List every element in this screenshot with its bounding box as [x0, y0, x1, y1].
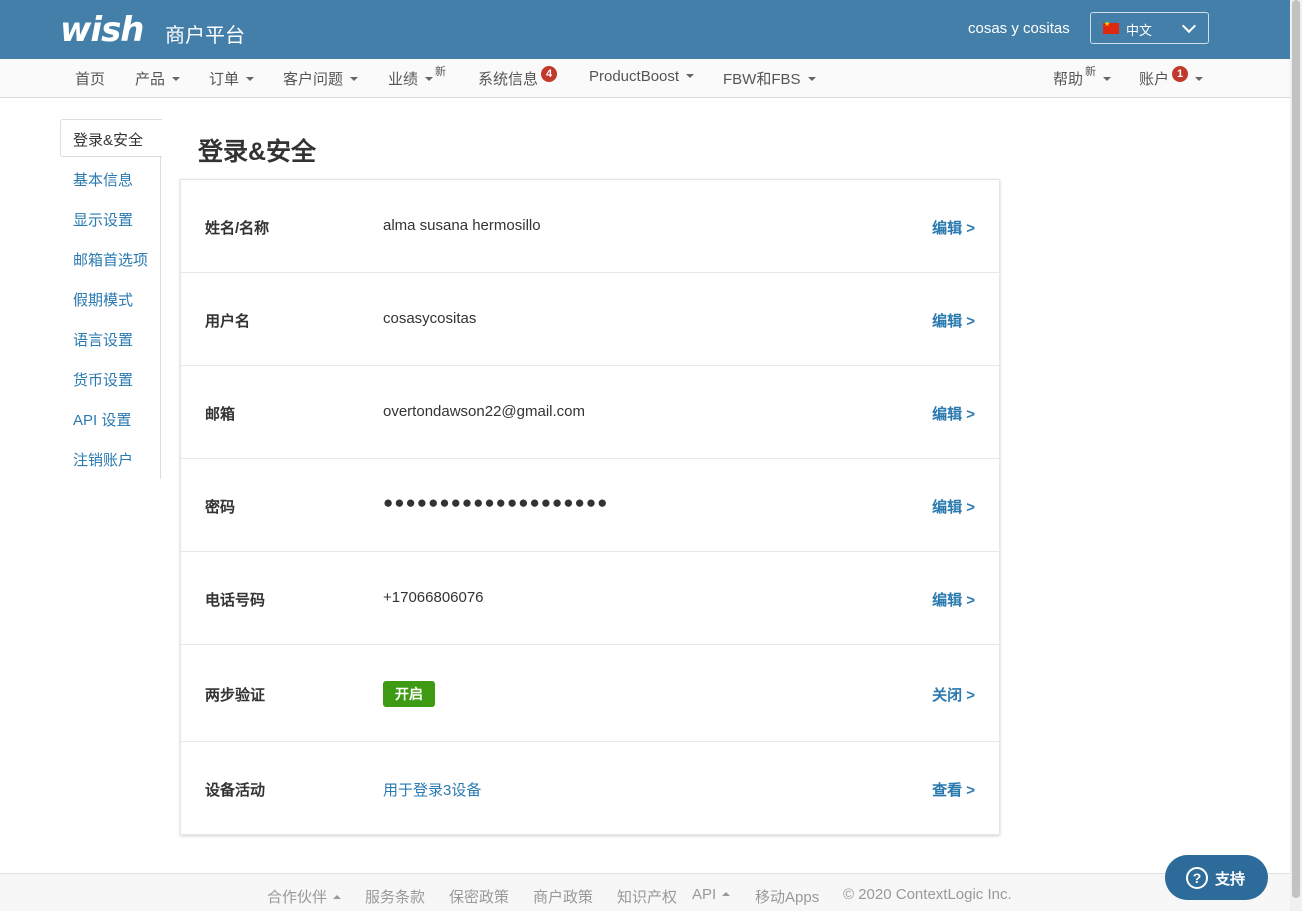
edit-username-link[interactable]: 编辑 > — [932, 310, 975, 331]
sidebar-item-basic-info[interactable]: 基本信息 — [73, 169, 133, 190]
question-icon: ? — [1186, 867, 1208, 889]
row-label: 密码 — [205, 499, 236, 516]
settings-row-name: 姓名/名称 alma susana hermosillo 编辑 > — [181, 180, 999, 273]
nav-home[interactable]: 首页 — [75, 68, 105, 89]
support-button[interactable]: ? 支持 — [1165, 855, 1268, 900]
top-header: wish 商户平台 cosas y cositas 中文 — [0, 0, 1290, 59]
settings-row-email: 邮箱 overtondawson22@gmail.com 编辑 > — [181, 366, 999, 459]
language-label: 中文 — [1126, 23, 1153, 38]
device-activity-link[interactable]: 用于登录3设备 — [383, 779, 481, 800]
platform-title: 商户平台 — [165, 25, 245, 47]
caret-down-icon — [1195, 77, 1204, 82]
row-value: +17066806076 — [383, 589, 484, 606]
settings-row-two-step: 两步验证 开启 关闭 > — [181, 645, 999, 742]
view-devices-link[interactable]: 查看 > — [932, 779, 975, 800]
language-select[interactable]: 中文 — [1090, 12, 1209, 44]
edit-name-link[interactable]: 编辑 > — [932, 217, 975, 238]
row-label: 邮箱 — [205, 406, 236, 423]
new-label: 新 — [435, 66, 447, 78]
footer: 合作伙伴 服务条款 保密政策 商户政策 知识产权 API 移动Apps © 20… — [0, 873, 1290, 911]
sidebar-item-login-security[interactable]: 登录&安全 — [60, 119, 162, 157]
sidebar-item-api-settings[interactable]: API 设置 — [73, 409, 131, 430]
chevron-down-icon — [1181, 18, 1197, 34]
sidebar-item-display-settings[interactable]: 显示设置 — [73, 209, 133, 230]
footer-partners[interactable]: 合作伙伴 — [267, 886, 342, 907]
settings-sidebar: 登录&安全 基本信息 显示设置 邮箱首选项 假期模式 语言设置 货币设置 API… — [60, 119, 162, 479]
caret-down-icon — [1103, 77, 1112, 82]
settings-row-username: 用户名 cosasycositas 编辑 > — [181, 273, 999, 366]
caret-up-icon — [333, 894, 342, 899]
nav-performance[interactable]: 业绩新 — [388, 66, 447, 89]
row-label: 电话号码 — [205, 592, 266, 609]
scrollbar-thumb[interactable] — [1292, 0, 1300, 898]
security-settings-card: 姓名/名称 alma susana hermosillo 编辑 > 用户名 co… — [180, 179, 1000, 835]
nav-account[interactable]: 账户 1 — [1139, 66, 1204, 89]
row-label: 设备活动 — [205, 782, 266, 799]
row-value: overtondawson22@gmail.com — [383, 403, 585, 420]
nav-help[interactable]: 帮助新 — [1053, 66, 1112, 89]
caret-down-icon — [425, 77, 434, 82]
china-flag-icon — [1103, 20, 1119, 34]
edit-email-link[interactable]: 编辑 > — [932, 403, 975, 424]
disable-two-step-link[interactable]: 关闭 > — [932, 684, 975, 705]
page-title: 登录&安全 — [198, 138, 317, 166]
row-value: cosasycositas — [383, 310, 477, 327]
footer-privacy[interactable]: 保密政策 — [449, 886, 509, 907]
row-label: 用户名 — [205, 313, 251, 330]
main-nav: 首页 产品 订单 客户问题 业绩新 系统信息 4 ProductBoost FBW… — [0, 59, 1290, 98]
sidebar-item-currency-settings[interactable]: 货币设置 — [73, 369, 133, 390]
settings-row-device-activity: 设备活动 用于登录3设备 查看 > — [181, 742, 999, 834]
header-username[interactable]: cosas y cositas — [968, 20, 1070, 37]
footer-merchant-policy[interactable]: 商户政策 — [533, 886, 593, 907]
notification-badge: 1 — [1172, 66, 1189, 82]
caret-down-icon — [807, 77, 816, 82]
nav-products[interactable]: 产品 — [135, 68, 181, 89]
row-label: 两步验证 — [205, 687, 266, 704]
footer-copyright: © 2020 ContextLogic Inc. — [843, 886, 1012, 903]
caret-down-icon — [350, 77, 359, 82]
caret-up-icon — [722, 891, 731, 896]
footer-mobile-apps[interactable]: 移动Apps — [755, 886, 819, 907]
edit-password-link[interactable]: 编辑 > — [932, 496, 975, 517]
nav-productboost[interactable]: ProductBoost — [589, 68, 695, 85]
settings-row-phone: 电话号码 +17066806076 编辑 > — [181, 552, 999, 645]
notification-badge: 4 — [541, 66, 558, 82]
row-label: 姓名/名称 — [205, 220, 270, 237]
password-mask: ●●●●●●●●●●●●●●●●●●●● — [383, 493, 609, 512]
status-badge: 开启 — [383, 681, 435, 707]
sidebar-item-language-settings[interactable]: 语言设置 — [73, 329, 133, 350]
settings-row-password: 密码 ●●●●●●●●●●●●●●●●●●●● 编辑 > — [181, 459, 999, 552]
nav-system-messages[interactable]: 系统信息 4 — [478, 66, 558, 89]
footer-ip[interactable]: 知识产权 — [617, 886, 677, 907]
nav-customer-issues[interactable]: 客户问题 — [283, 68, 359, 89]
sidebar-item-close-account[interactable]: 注销账户 — [73, 449, 133, 470]
support-label: 支持 — [1215, 871, 1246, 888]
edit-phone-link[interactable]: 编辑 > — [932, 589, 975, 610]
footer-terms[interactable]: 服务条款 — [365, 886, 425, 907]
sidebar-item-vacation-mode[interactable]: 假期模式 — [73, 289, 133, 310]
nav-fbw-fbs[interactable]: FBW和FBS — [723, 68, 816, 89]
nav-orders[interactable]: 订单 — [209, 68, 255, 89]
caret-down-icon — [246, 77, 255, 82]
page-scrollbar[interactable] — [1290, 0, 1302, 911]
footer-api[interactable]: API — [692, 886, 731, 903]
new-label: 新 — [1085, 66, 1097, 78]
wish-logo[interactable]: wish — [60, 10, 145, 50]
caret-down-icon — [172, 77, 181, 82]
sidebar-item-email-preferences[interactable]: 邮箱首选项 — [73, 249, 148, 270]
row-value: alma susana hermosillo — [383, 217, 541, 234]
caret-down-icon — [686, 74, 695, 79]
